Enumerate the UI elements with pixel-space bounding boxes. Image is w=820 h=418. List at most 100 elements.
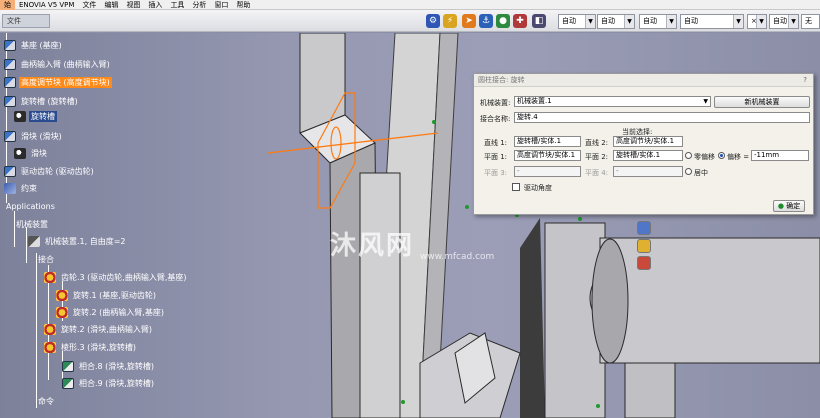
menu-analysis[interactable]: 分析: [188, 0, 210, 10]
part-icon: [4, 40, 16, 51]
new-mechanism-button[interactable]: 新机械装置: [714, 96, 810, 108]
tree-item-applications[interactable]: Applications: [4, 200, 57, 213]
tree-item-base[interactable]: 基座 (基座): [4, 39, 64, 52]
tree-label: 约束: [21, 184, 37, 193]
menu-enovia[interactable]: ENOVIA V5 VPM: [15, 0, 78, 10]
tree-item-joints[interactable]: 接合: [36, 253, 56, 266]
menu-tools[interactable]: 工具: [166, 0, 188, 10]
center-radio[interactable]: [685, 168, 692, 175]
drive-angle-checkbox[interactable]: [512, 183, 520, 191]
tree-item-commands[interactable]: 命令: [36, 395, 56, 408]
tree-item-slider-body[interactable]: 滑块: [14, 147, 49, 160]
combo-6[interactable]: 自动 ▼: [769, 14, 799, 29]
constraint-icon: [4, 183, 16, 194]
tree-item-drive-gear[interactable]: 驱动齿轮 (驱动齿轮): [4, 165, 96, 178]
plane3-field[interactable]: -: [514, 166, 581, 177]
offset-radio[interactable]: [718, 152, 725, 159]
menu-file[interactable]: 文件: [78, 0, 100, 10]
combo-7[interactable]: 无: [801, 14, 820, 29]
measure-icon[interactable]: ◧: [532, 14, 546, 28]
joint-name-label: 接合名称:: [480, 115, 511, 123]
toolbar: 文件 ⚙ ⚡ ➤ ⚓ ● ✚ ◧ 自动 ▼ 自动 ▼ 自动 ▼ 自动 ▼ × ▼ 自动 ▼ …: [0, 10, 820, 32]
tree-item-slider[interactable]: 滑块 (滑块): [4, 130, 64, 143]
coincidence-icon: [62, 361, 74, 372]
tree-item-coincidence-9[interactable]: 相合.9 (滑块,旋转槽): [62, 377, 156, 390]
plane4-field[interactable]: -: [613, 166, 683, 177]
mechanism-select[interactable]: 机械装置.1 ▼: [514, 96, 711, 107]
cursor-icon[interactable]: ➤: [462, 14, 476, 28]
tree-item-revolute-2b[interactable]: 旋转.2 (滑块,曲柄输入臂): [44, 323, 154, 336]
offset-field[interactable]: -11mm: [751, 150, 809, 161]
combo-4[interactable]: 自动 ▼: [680, 14, 744, 29]
menu-window[interactable]: 窗口: [210, 0, 232, 10]
menu-insert[interactable]: 插入: [144, 0, 166, 10]
tree-label: Applications: [6, 202, 55, 211]
tree-label: 相合.9 (滑块,旋转槽): [79, 379, 154, 388]
tree-item-revolute-2[interactable]: 旋转.2 (曲柄输入臂,基座): [56, 306, 166, 319]
combo-3[interactable]: 自动 ▼: [639, 14, 677, 29]
gear-tool-icon[interactable]: [637, 239, 651, 253]
tree-label: 旋转.1 (基座,驱动齿轮): [73, 291, 156, 300]
tree-item-crank-arm[interactable]: 曲柄输入臂 (曲柄输入臂): [4, 58, 112, 71]
file-tab[interactable]: 文件: [2, 14, 50, 28]
check-icon: ●: [777, 202, 784, 210]
menu-view[interactable]: 视图: [122, 0, 144, 10]
lightning-icon[interactable]: ⚡: [443, 14, 457, 28]
joint-tool-icon[interactable]: [637, 221, 651, 235]
tree-item-prismatic-3[interactable]: 棱形.3 (滑块,旋转槽): [44, 341, 138, 354]
tree-label: 机械装置: [16, 220, 48, 229]
plane1-label: 平面 1:: [484, 153, 508, 161]
part-icon: [4, 166, 16, 177]
joint-name-field[interactable]: 旋转.4: [514, 112, 810, 123]
tree-label: 命令: [38, 397, 54, 406]
plane3-label: 平面 3:: [484, 169, 508, 177]
part-icon: [4, 96, 16, 107]
line1-label: 直线 1:: [484, 139, 508, 147]
dots-icon[interactable]: ●: [496, 14, 510, 28]
tree-label: 接合: [38, 255, 54, 264]
tree-label-selected: 旋转槽: [29, 111, 57, 122]
tree-label: 旋转槽 (旋转槽): [21, 97, 78, 106]
dialog-titlebar[interactable]: 圆柱接合: 旋转 ?: [474, 74, 813, 87]
coincidence-icon: [62, 378, 74, 389]
combo-5[interactable]: × ▼: [747, 14, 767, 29]
plane2-field[interactable]: 旋转槽/实体.1: [613, 150, 683, 161]
tree-item-rotary-slot[interactable]: 旋转槽 (旋转槽): [4, 95, 80, 108]
ok-button[interactable]: ● 确定: [773, 200, 805, 212]
tools-icon[interactable]: [637, 256, 651, 270]
center-label: 居中: [694, 169, 708, 177]
menu-help[interactable]: 帮助: [232, 0, 254, 10]
revolute-joint-icon: [44, 324, 56, 335]
mechanism-label: 机械装置:: [480, 99, 511, 107]
anchor-icon[interactable]: ⚓: [479, 14, 493, 28]
zero-offset-radio[interactable]: [685, 152, 692, 159]
tree-item-gear-3[interactable]: 齿轮.3 (驱动齿轮,曲柄输入臂,基座): [44, 271, 189, 284]
part-icon: [4, 131, 16, 142]
line1-field[interactable]: 旋转槽/实体.1: [514, 136, 581, 147]
tree-item-coincidence-8[interactable]: 相合.8 (滑块,旋转槽): [62, 360, 156, 373]
wrench-icon[interactable]: ✚: [513, 14, 527, 28]
tree-item-rotary-slot-body[interactable]: 旋转槽: [14, 110, 57, 123]
mechanism-icon: [28, 236, 40, 247]
tree-label: 旋转.2 (曲柄输入臂,基座): [73, 308, 164, 317]
gear-snap-icon[interactable]: ⚙: [426, 14, 440, 28]
tree-label: 基座 (基座): [21, 41, 62, 50]
combo-2[interactable]: 自动 ▼: [597, 14, 635, 29]
tree-item-constraints[interactable]: 约束: [4, 182, 39, 195]
tree-item-revolute-1[interactable]: 旋转.1 (基座,驱动齿轮): [56, 289, 158, 302]
help-icon[interactable]: ?: [803, 74, 807, 87]
tree-item-mechanisms[interactable]: 机械装置: [14, 218, 50, 231]
menu-start[interactable]: 始: [0, 0, 15, 10]
part-icon: [4, 59, 16, 70]
tree-item-height-block[interactable]: 高度调节块 (高度调节块): [4, 76, 112, 89]
drive-angle-label: 驱动角度: [524, 184, 552, 192]
tree-label: 滑块: [31, 149, 47, 158]
plane2-label: 平面 2:: [585, 153, 609, 161]
plane1-field[interactable]: 高度调节块/实体.1: [514, 150, 581, 161]
prismatic-joint-icon: [44, 342, 56, 353]
menu-edit[interactable]: 编辑: [100, 0, 122, 10]
joint-creation-dialog: 圆柱接合: 旋转 ? 机械装置: 机械装置.1 ▼ 新机械装置 接合名称: 旋转…: [473, 73, 814, 215]
tree-item-mechanism-1[interactable]: 机械装置.1, 自由度=2: [28, 235, 128, 248]
combo-1[interactable]: 自动 ▼: [558, 14, 596, 29]
line2-field[interactable]: 高度调节块/实体.1: [613, 136, 683, 147]
